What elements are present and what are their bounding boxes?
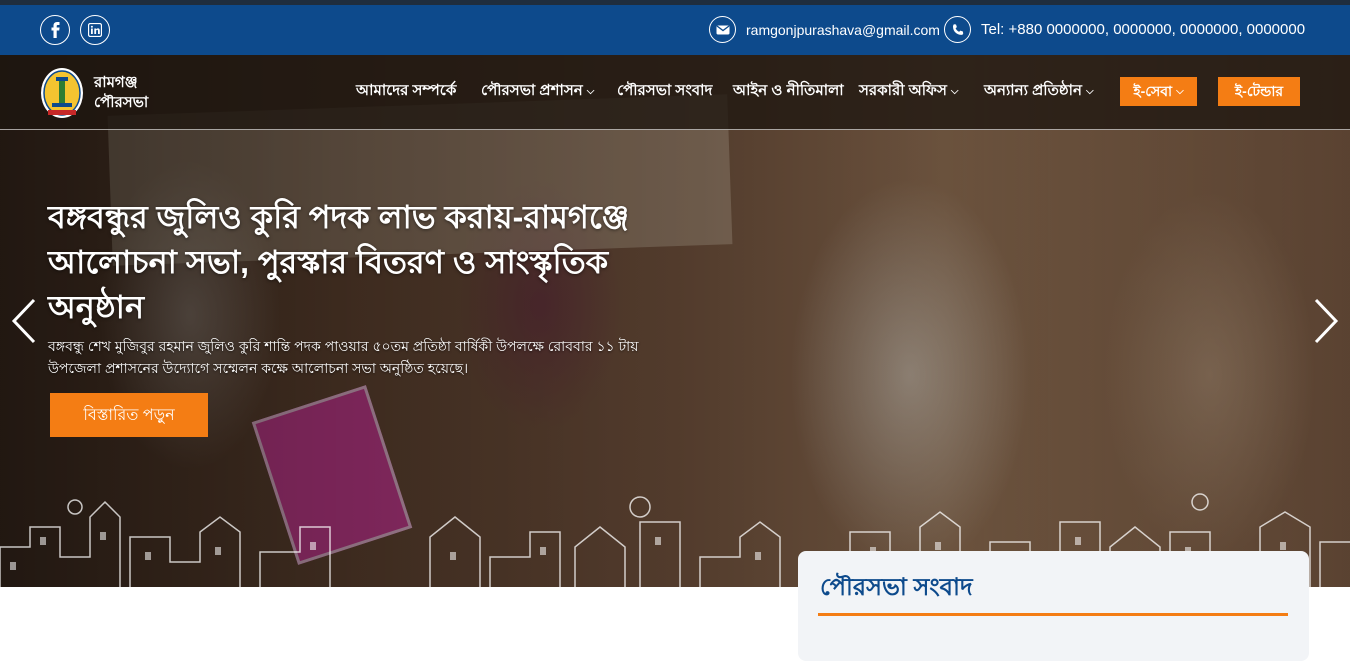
hero-title: বঙ্গবন্ধুর জুলিও কুরি পদক লাভ করায়-রামগ… bbox=[48, 199, 630, 325]
chevron-down-icon: ⌵ bbox=[1176, 86, 1184, 97]
nav-item-other-institutions[interactable]: অন্যান্য প্রতিষ্ঠান ⌵ bbox=[984, 79, 1094, 104]
phone-text: Tel: +880 0000000, 0000000, 0000000, 000… bbox=[981, 21, 1306, 38]
facebook-icon[interactable] bbox=[40, 15, 70, 45]
nav-item-about[interactable]: আমাদের সম্পর্কে bbox=[356, 79, 456, 104]
nav-item-news[interactable]: পৌরসভা সংবাদ bbox=[617, 79, 712, 104]
e-service-button[interactable]: ই-সেবা ⌵ bbox=[1120, 77, 1197, 106]
news-card-underline bbox=[818, 613, 1288, 616]
municipality-logo[interactable] bbox=[40, 67, 84, 119]
chevron-down-icon: ⌵ bbox=[586, 86, 595, 97]
top-bar: ramgonjpurashava@gmail.com Tel: +880 000… bbox=[0, 0, 1350, 55]
linkedin-icon[interactable] bbox=[80, 15, 110, 45]
brand-name[interactable]: রামগঞ্জ পৌরসভা bbox=[94, 73, 148, 113]
news-card-title: পৌরসভা সংবাদ bbox=[820, 574, 973, 601]
nav-item-govt-offices[interactable]: সরকারী অফিস ⌵ bbox=[859, 79, 958, 104]
envelope-icon bbox=[709, 16, 736, 43]
main-navbar: রামগঞ্জ পৌরসভা আমাদের সম্পর্কে পৌরসভা প্… bbox=[0, 55, 1350, 130]
phone-icon bbox=[944, 16, 971, 43]
slider-next-arrow-icon[interactable] bbox=[1312, 298, 1340, 344]
email-contact[interactable]: ramgonjpurashava@gmail.com bbox=[709, 16, 940, 43]
phone-contact: Tel: +880 0000000, 0000000, 0000000, 000… bbox=[944, 16, 1305, 43]
chevron-down-icon: ⌵ bbox=[1085, 86, 1094, 97]
email-text[interactable]: ramgonjpurashava@gmail.com bbox=[746, 22, 940, 38]
news-card: পৌরসভা সংবাদ bbox=[798, 551, 1309, 661]
hero-description: বঙ্গবন্ধু শেখ মুজিবুর রহমান জুলিও কুরি শ… bbox=[48, 338, 639, 376]
nav-item-administration[interactable]: পৌরসভা প্রশাসন ⌵ bbox=[481, 79, 594, 104]
hero-slider: বঙ্গবন্ধুর জুলিও কুরি পদক লাভ করায়-রামগ… bbox=[0, 55, 1350, 587]
nav-item-laws[interactable]: আইন ও নীতিমালা bbox=[733, 79, 844, 104]
chevron-down-icon: ⌵ bbox=[950, 86, 959, 97]
slider-prev-arrow-icon[interactable] bbox=[10, 298, 38, 344]
read-more-button[interactable]: বিস্তারিত পড়ুন bbox=[50, 393, 208, 437]
e-tender-button[interactable]: ই-টেন্ডার bbox=[1218, 77, 1300, 106]
